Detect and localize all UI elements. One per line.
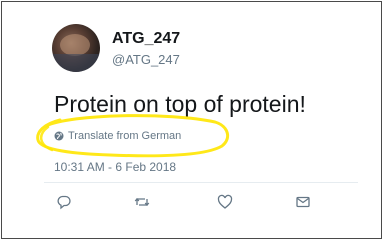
- tweet-text: Protein on top of protein!: [54, 91, 306, 117]
- tweet-card: ATG_247 @ATG_247 Protein on top of prote…: [1, 1, 382, 239]
- author-handle[interactable]: @ATG_247: [112, 52, 180, 67]
- reply-icon[interactable]: [54, 192, 74, 212]
- divider: [44, 182, 358, 183]
- direct-message-icon[interactable]: [293, 192, 313, 212]
- avatar[interactable]: [52, 24, 100, 72]
- tweet-timestamp[interactable]: 10:31 AM - 6 Feb 2018: [54, 160, 176, 174]
- author-name[interactable]: ATG_247: [112, 30, 180, 48]
- translate-link[interactable]: Translate from German: [54, 130, 181, 142]
- like-icon[interactable]: [215, 192, 235, 212]
- globe-icon: [54, 131, 64, 141]
- action-bar: [2, 192, 385, 212]
- translate-label: Translate from German: [68, 130, 182, 142]
- retweet-icon[interactable]: [132, 192, 152, 212]
